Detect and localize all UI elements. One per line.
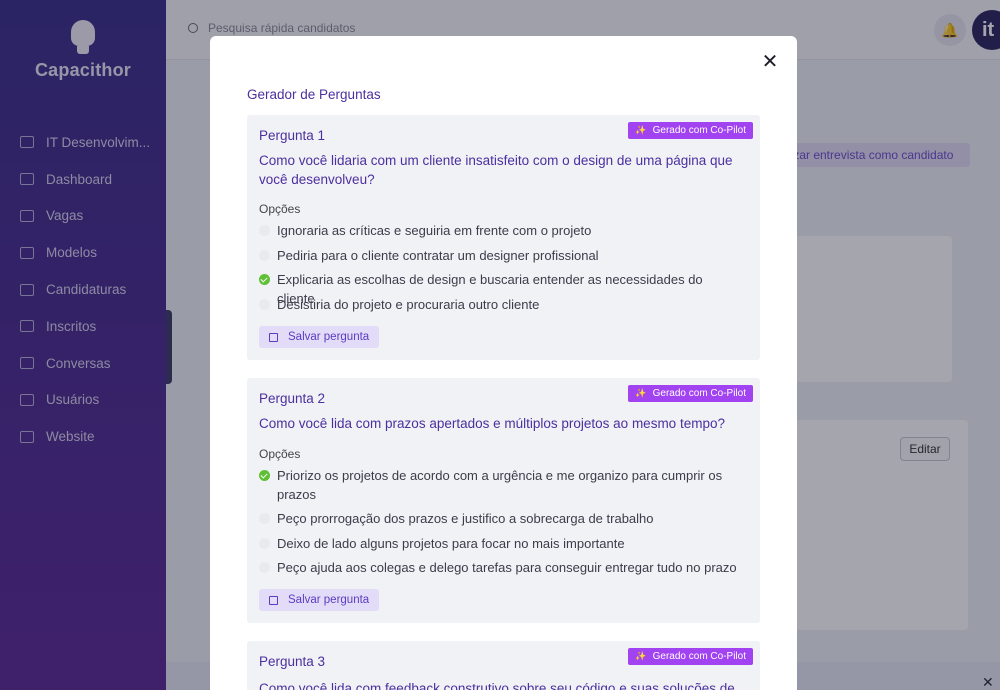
option-text: Peço prorrogação dos prazos e justifico …: [277, 511, 654, 526]
radio-icon[interactable]: [259, 513, 270, 524]
badge-label: Gerado com Co-Pilot: [652, 125, 746, 136]
option-text: Deixo de lado alguns projetos para focar…: [277, 536, 625, 551]
options-label: Opções: [259, 447, 301, 461]
save-label: Salvar pergunta: [288, 594, 370, 606]
check-circle-icon[interactable]: [259, 470, 270, 481]
radio-icon[interactable]: [259, 562, 270, 573]
option-text: Peço ajuda aos colegas e delego tarefas …: [277, 560, 737, 575]
save-question-button[interactable]: Salvar pergunta: [259, 326, 380, 348]
sparkle-icon: ✨: [635, 651, 647, 661]
question-label: Pergunta 3: [259, 654, 326, 669]
question-label: Pergunta 2: [259, 391, 326, 406]
question-text: Como você lida com prazos apertados e mú…: [259, 416, 725, 431]
option[interactable]: Peço prorrogação dos prazos e justifico …: [259, 509, 739, 528]
radio-icon[interactable]: [259, 538, 270, 549]
question-generator-modal: ✕ Gerador de Perguntas Pergunta 1 ✨ Gerad…: [210, 36, 797, 690]
option-text: Priorizo os projetos de acordo com a urg…: [277, 468, 723, 502]
question-card: Pergunta 3 ✨ Gerado com Co-Pilot Como voc…: [247, 641, 760, 690]
badge-label: Gerado com Co-Pilot: [652, 388, 746, 399]
options-label: Opções: [259, 202, 301, 216]
sparkle-icon: ✨: [635, 388, 647, 398]
option[interactable]: Desistiria do projeto e procuraria outro…: [259, 295, 739, 314]
question-card: Pergunta 2 ✨ Gerado com Co-Pilot Como voc…: [247, 378, 760, 623]
save-question-button[interactable]: Salvar pergunta: [259, 589, 380, 611]
save-icon: [269, 595, 278, 605]
radio-icon[interactable]: [259, 299, 270, 310]
sparkle-icon: ✨: [635, 125, 647, 135]
save-label: Salvar pergunta: [288, 331, 370, 343]
copilot-badge: ✨ Gerado com Co-Pilot: [628, 385, 753, 402]
copilot-badge: ✨ Gerado com Co-Pilot: [628, 122, 753, 139]
option[interactable]: Pediria para o cliente contratar um desi…: [259, 246, 739, 265]
question-card: Pergunta 1 ✨ Gerado com Co-Pilot Como voc…: [247, 115, 760, 360]
option[interactable]: Peço ajuda aos colegas e delego tarefas …: [259, 558, 739, 577]
radio-icon[interactable]: [259, 225, 270, 236]
question-label: Pergunta 1: [259, 128, 326, 143]
copilot-badge: ✨ Gerado com Co-Pilot: [628, 648, 753, 665]
option-text: Pediria para o cliente contratar um desi…: [277, 248, 599, 263]
close-icon[interactable]: ✕: [759, 50, 781, 73]
option[interactable]: Ignoraria as críticas e seguiria em fren…: [259, 221, 739, 240]
option-text: Ignoraria as críticas e seguiria em fren…: [277, 223, 592, 238]
option[interactable]: Deixo de lado alguns projetos para focar…: [259, 534, 739, 553]
question-text: Como você lida com feedback construtivo …: [259, 681, 735, 690]
modal-title: Gerador de Perguntas: [247, 87, 381, 102]
radio-icon[interactable]: [259, 250, 270, 261]
question-text: Como você lidaria com um cliente insatis…: [259, 153, 733, 187]
check-circle-icon[interactable]: [259, 274, 270, 285]
option-text: Desistiria do projeto e procuraria outro…: [277, 297, 540, 312]
save-icon: [269, 332, 278, 342]
option-selected[interactable]: Priorizo os projetos de acordo com a urg…: [259, 466, 739, 504]
badge-label: Gerado com Co-Pilot: [652, 651, 746, 662]
